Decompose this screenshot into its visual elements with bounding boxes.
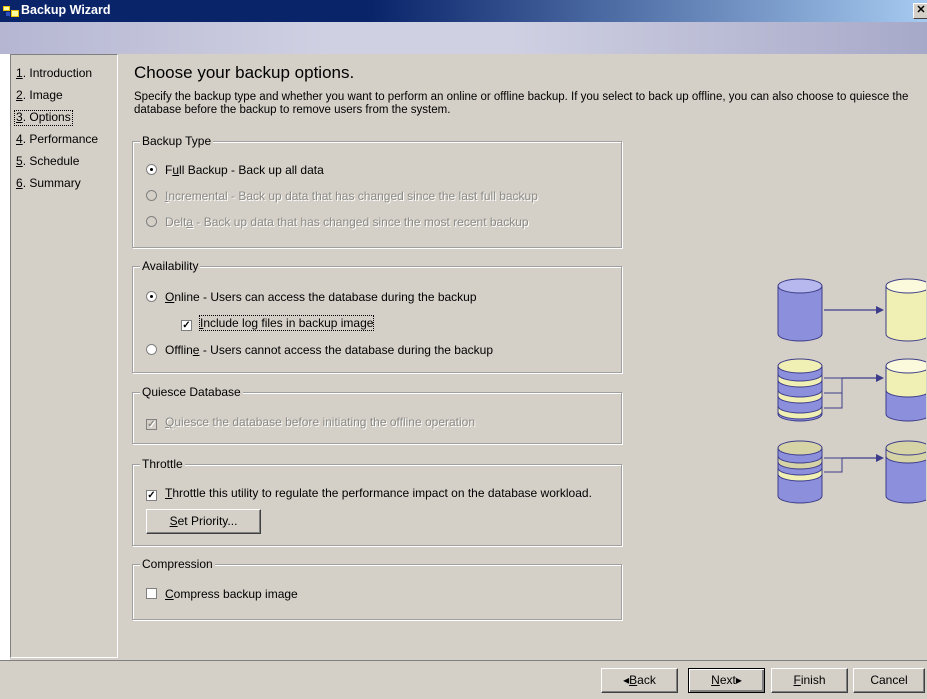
title-bar: Backup Wizard ✕ <box>0 0 927 22</box>
quiesce-checkbox[interactable]: ✓ <box>146 419 157 430</box>
set-priority-button[interactable]: Set Priority... <box>146 509 261 534</box>
nav-item-image[interactable]: 2. Image <box>14 88 65 103</box>
full-backup-radio[interactable] <box>146 164 157 175</box>
content-area: Choose your backup options. Specify the … <box>120 54 927 660</box>
page-description: Specify the backup type and whether you … <box>134 91 909 116</box>
availability-legend: Availability <box>140 259 201 273</box>
throttle-option[interactable]: ✓ Throttle this utility to regulate the p… <box>146 485 592 501</box>
online-radio[interactable] <box>146 291 157 302</box>
app-icon <box>3 6 19 17</box>
next-label: Next▸ <box>711 673 742 687</box>
incremental-backup-option[interactable]: Incremental - Back up data that has chan… <box>146 188 538 204</box>
throttle-legend: Throttle <box>140 457 185 471</box>
delta-backup-radio[interactable] <box>146 216 157 227</box>
finish-label: Finish <box>793 673 826 687</box>
online-option[interactable]: Online - Users can access the database d… <box>146 289 477 305</box>
throttle-checkbox[interactable]: ✓ <box>146 490 157 501</box>
next-arrow-icon: ▸ <box>735 673 742 687</box>
backup-types-diagram <box>777 278 926 504</box>
close-icon: ✕ <box>916 4 926 16</box>
offline-radio[interactable] <box>146 344 157 355</box>
page-title: Choose your backup options. <box>134 63 355 82</box>
nav-item-introduction[interactable]: 1. Introduction <box>14 66 94 81</box>
next-button[interactable]: Next▸ <box>688 668 765 693</box>
button-bar: ◂Back Next▸ Finish Cancel <box>0 660 927 699</box>
include-logs-label: Include log files in backup image <box>198 315 375 331</box>
header-banner <box>0 22 927 54</box>
finish-button[interactable]: Finish <box>771 668 848 693</box>
offline-option[interactable]: Offline - Users cannot access the databa… <box>146 342 493 358</box>
window-title: Backup Wizard <box>21 3 111 17</box>
compress-option[interactable]: Compress backup image <box>146 586 298 602</box>
back-button[interactable]: ◂Back <box>601 668 678 693</box>
compression-group: Compression Compress backup image <box>132 557 622 620</box>
cancel-label: Cancel <box>870 673 908 687</box>
full-backup-option[interactable]: Full Backup - Back up all data <box>146 162 324 178</box>
backup-type-group: Backup Type Full Backup - Back up all da… <box>132 134 622 248</box>
delta-backup-option[interactable]: Delta - Back up data that has changed si… <box>146 214 529 230</box>
availability-group: Availability Online - Users can access t… <box>132 259 622 373</box>
compress-checkbox[interactable] <box>146 588 157 599</box>
quiesce-legend: Quiesce Database <box>140 385 243 399</box>
back-label: ◂Back <box>623 673 656 687</box>
database-full-diagram <box>777 278 926 342</box>
set-priority-label: Set Priority... <box>169 514 238 528</box>
compression-legend: Compression <box>140 557 215 571</box>
close-button[interactable]: ✕ <box>913 3 927 19</box>
nav-item-schedule[interactable]: 5. Schedule <box>14 154 81 169</box>
database-delta-diagram <box>777 440 926 504</box>
main-panel: 1. Introduction 2. Image 3. Options 4. P… <box>10 54 927 660</box>
quiesce-group: Quiesce Database ✓ Quiesce the database b… <box>132 385 622 444</box>
nav-item-summary[interactable]: 6. Summary <box>14 176 83 191</box>
incremental-backup-radio[interactable] <box>146 190 157 201</box>
wizard-nav: 1. Introduction 2. Image 3. Options 4. P… <box>10 54 118 658</box>
database-incremental-diagram <box>777 358 926 422</box>
backup-wizard-window: Backup Wizard ✕ 1. Introduction 2. Image… <box>0 0 927 699</box>
quiesce-option[interactable]: ✓ Quiesce the database before initiating … <box>146 414 475 430</box>
cancel-button[interactable]: Cancel <box>853 668 925 693</box>
include-logs-checkbox[interactable]: ✓ <box>181 320 192 331</box>
include-logs-option[interactable]: ✓ Include log files in backup image <box>181 315 375 331</box>
backup-type-legend: Backup Type <box>140 134 214 148</box>
nav-item-options[interactable]: 3. Options <box>14 110 73 126</box>
throttle-group: Throttle ✓ Throttle this utility to regul… <box>132 457 622 546</box>
nav-item-performance[interactable]: 4. Performance <box>14 132 100 147</box>
